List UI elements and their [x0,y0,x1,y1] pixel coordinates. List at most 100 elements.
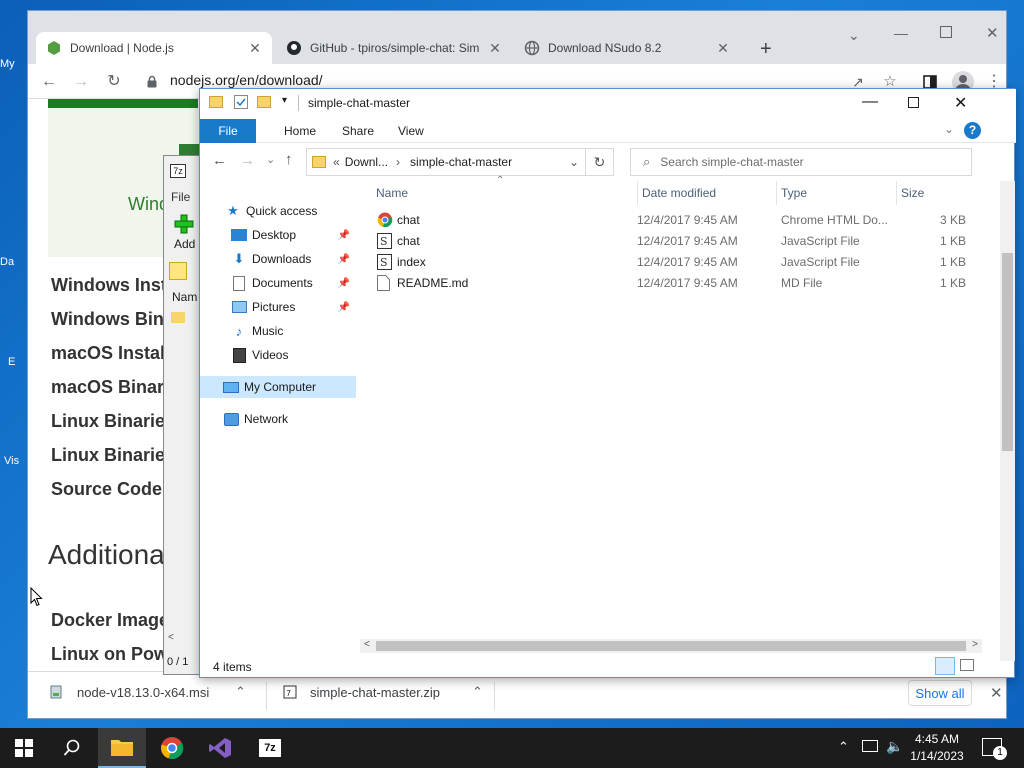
close-tab-icon[interactable]: ✕ [488,40,502,57]
breadcrumb-item[interactable]: Downl... [345,155,388,169]
nav-link[interactable]: Linux Binarie [51,411,165,432]
column-header-name[interactable]: Name [376,181,408,205]
nav-link[interactable]: Linux Binarie [51,445,165,466]
address-bar[interactable]: « Downl... › simple-chat-master ⌄ [306,148,586,176]
scrollbar-thumb[interactable] [1002,253,1013,451]
table-row[interactable]: chat 12/4/2017 9:45 AM Chrome HTML Do...… [374,210,974,231]
show-all-button[interactable]: Show all [908,680,972,706]
sevenzip-menu-file[interactable]: File [171,190,190,204]
new-folder-icon[interactable] [257,96,271,108]
chevron-up-icon[interactable]: ⌃ [472,684,483,700]
table-row[interactable]: README.md 12/4/2017 9:45 AM MD File 1 KB [374,273,974,294]
column-header-date[interactable]: Date modified [637,181,716,205]
nav-item-network[interactable]: Network [200,408,356,430]
pin-icon[interactable]: 📌 [338,230,350,241]
maximize-icon[interactable] [908,97,919,108]
nav-link[interactable]: Windows Bina [51,309,174,330]
volume-icon[interactable]: 🔈 [886,738,903,755]
expand-ribbon-chevron-icon[interactable]: ⌄ [944,122,954,136]
minimize-icon[interactable]: — [862,93,878,111]
back-arrow-icon[interactable]: ← [38,71,60,93]
vertical-scrollbar[interactable] [1000,181,1015,661]
address-dropdown-icon[interactable]: ⌄ [569,155,579,169]
up-arrow-icon[interactable]: ↑ [285,151,293,168]
column-header-size[interactable]: Size [896,181,924,205]
nav-item-desktop[interactable]: Desktop 📌 [200,224,356,246]
pin-icon[interactable]: 📌 [338,254,350,265]
desktop-icon-label[interactable]: Da [0,256,24,268]
maximize-icon[interactable] [940,26,952,38]
refresh-icon[interactable]: ↻ [586,148,614,176]
search-box[interactable]: ⌕ Search simple-chat-master [630,148,972,176]
search-icon[interactable] [48,728,96,768]
tab-view[interactable]: View [386,119,436,143]
file-explorer-taskbar-icon[interactable] [98,728,146,768]
back-arrow-icon[interactable]: ← [212,152,227,169]
scrollbar-thumb[interactable] [376,641,966,651]
close-window-icon[interactable]: ✕ [954,93,967,113]
nav-link[interactable]: Windows Inst [51,275,167,296]
reload-icon[interactable]: ↻ [103,71,125,93]
details-view-icon[interactable] [935,657,955,675]
nav-link[interactable]: macOS Binar [51,377,164,398]
chrome-taskbar-icon[interactable] [148,728,196,768]
nav-item-videos[interactable]: Videos [200,344,356,366]
close-tab-icon[interactable]: ✕ [716,40,730,57]
desktop-icon-label[interactable]: Vis [4,455,28,467]
horizontal-scrollbar[interactable]: < > [360,639,982,653]
breadcrumb-item[interactable]: simple-chat-master [410,155,512,169]
breadcrumb-separator-icon[interactable]: › [396,155,400,169]
visual-studio-taskbar-icon[interactable] [196,728,244,768]
close-downloads-icon[interactable]: ✕ [990,684,1003,702]
nav-item-quick-access[interactable]: ★ Quick access [200,200,356,222]
add-plus-icon[interactable] [174,214,194,234]
tab-nodejs-download[interactable]: Download | Node.js ✕ [36,32,272,64]
recent-locations-chevron-icon[interactable]: ⌄ [266,153,275,166]
quick-access-dropdown-icon[interactable]: ▾ [282,95,287,106]
forward-arrow-icon[interactable]: → [240,152,255,169]
network-tray-icon[interactable] [862,740,878,752]
tab-github[interactable]: GitHub - tpiros/simple-chat: Sim ✕ [276,32,512,64]
table-row[interactable]: S chat 12/4/2017 9:45 AM JavaScript File… [374,231,974,252]
show-hidden-icons-chevron-icon[interactable]: ⌃ [838,739,849,755]
clock[interactable]: 4:45 AM 1/14/2023 [906,731,968,765]
large-icons-view-icon[interactable] [960,659,974,671]
download-item[interactable]: 7 simple-chat-master.zip ⌃ [282,684,483,700]
scroll-right-arrow-icon[interactable]: > [972,639,978,650]
close-window-icon[interactable]: ✕ [986,24,999,42]
tab-nsudo[interactable]: Download NSudo 8.2 ✕ [514,32,740,64]
nav-link[interactable]: macOS Instal [51,343,165,364]
sevenzip-add-label[interactable]: Add [174,237,195,251]
help-icon[interactable]: ? [964,122,981,139]
minimize-icon[interactable]: — [894,25,908,41]
pin-icon[interactable]: 📌 [338,302,350,313]
nav-link[interactable]: Docker Image [51,610,169,631]
scroll-left-arrow-icon[interactable]: < [364,639,370,650]
sevenzip-taskbar-icon[interactable]: 7z [246,728,294,768]
folder-icon[interactable] [171,312,185,323]
table-row[interactable]: S index 12/4/2017 9:45 AM JavaScript Fil… [374,252,974,273]
column-header-type[interactable]: Type [776,181,807,205]
desktop-icon-label[interactable]: My [0,58,24,70]
nav-link[interactable]: Source Code [51,479,162,500]
start-windows-icon[interactable] [0,728,48,768]
nav-item-downloads[interactable]: ⬇ Downloads 📌 [200,248,356,270]
notifications-icon[interactable]: 1 [982,738,1007,760]
scroll-left-arrow-icon[interactable]: < [168,632,174,643]
properties-check-icon[interactable] [234,95,248,109]
tab-search-chevron-icon[interactable]: ⌄ [848,27,860,44]
pin-icon[interactable]: 📌 [338,278,350,289]
nav-item-pictures[interactable]: Pictures 📌 [200,296,356,318]
close-tab-icon[interactable]: ✕ [248,40,262,57]
nav-item-my-computer[interactable]: My Computer [200,376,356,398]
up-folder-icon[interactable] [169,262,187,280]
url-field[interactable]: nodejs.org/en/download/ [170,72,323,88]
tab-home[interactable]: Home [272,119,328,143]
nav-item-documents[interactable]: Documents 📌 [200,272,356,294]
new-tab-icon[interactable]: + [760,38,772,61]
overflow-chevron-icon[interactable]: « [333,155,340,169]
lock-icon[interactable] [146,75,158,88]
tab-share[interactable]: Share [330,119,386,143]
forward-arrow-icon[interactable]: → [70,71,92,93]
sevenzip-column-name[interactable]: Nam [172,290,197,304]
